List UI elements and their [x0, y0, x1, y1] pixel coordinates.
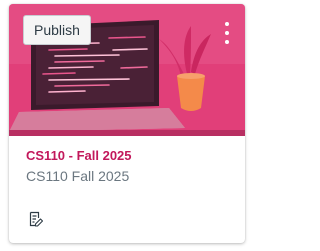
assignments-icon[interactable] [28, 211, 44, 227]
course-term-label: CS110 Fall 2025 [26, 168, 130, 184]
course-code-link[interactable]: CS110 - Fall 2025 [26, 148, 132, 163]
kebab-dot [225, 31, 229, 35]
publish-button[interactable]: Publish [23, 15, 91, 45]
kebab-menu-icon[interactable] [220, 22, 234, 44]
assignments-icon-glyph [29, 211, 44, 227]
kebab-dot [225, 40, 229, 44]
course-card[interactable]: Publish CS110 - Fall 2025 CS110 Fall 202… [9, 4, 245, 243]
kebab-dot [225, 22, 229, 26]
course-card-hero-image[interactable]: Publish [9, 4, 245, 136]
